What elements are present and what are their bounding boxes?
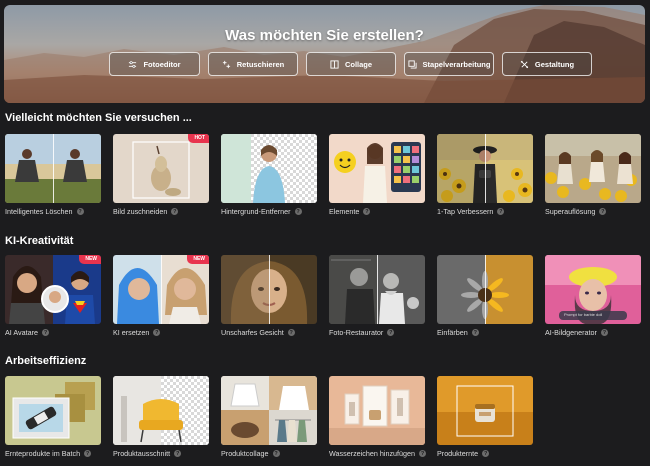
- thumb-ai-bildgenerator: Prompt for barbie doll: [545, 255, 641, 324]
- info-icon[interactable]: ?: [599, 208, 607, 215]
- thumb-intelligentes-loeschen: [5, 134, 101, 203]
- thumb-ernteprodukte-im-batch: [5, 376, 101, 445]
- fotoeditor-label: Fotoeditor: [143, 59, 181, 69]
- new-badge: NEW: [79, 255, 101, 264]
- section-title-vielleicht: Vielleicht möchten Sie versuchen ...: [5, 112, 192, 124]
- info-icon[interactable]: ?: [174, 450, 182, 457]
- info-icon[interactable]: ?: [471, 329, 479, 336]
- info-icon[interactable]: ?: [363, 208, 371, 215]
- fotoeditor-button[interactable]: Fotoeditor: [109, 52, 200, 76]
- gestaltung-button[interactable]: Gestaltung: [502, 52, 592, 76]
- card-label: 1-Tap Verbessern: [437, 207, 494, 216]
- info-icon[interactable]: ?: [171, 208, 179, 215]
- card-bild-zuschneiden[interactable]: HOT Bild zuschneiden?: [113, 134, 209, 216]
- card-label: Produktcollage: [221, 449, 269, 458]
- card-1-tap-verbessern[interactable]: 1-Tap Verbessern?: [437, 134, 533, 216]
- thumb-1-tap-verbessern: [437, 134, 533, 203]
- card-foto-restaurator[interactable]: Foto-Restaurator?: [329, 255, 425, 337]
- info-icon[interactable]: ?: [84, 450, 92, 457]
- sparkle-icon: [222, 60, 230, 68]
- info-icon[interactable]: ?: [294, 208, 302, 215]
- card-label: Bild zuschneiden: [113, 207, 168, 216]
- sliders-icon: [129, 60, 137, 68]
- new-badge: NEW: [187, 255, 209, 264]
- thumb-einfaerben: [437, 255, 533, 324]
- info-icon[interactable]: ?: [287, 329, 295, 336]
- thumb-hintergrund-entferner: [221, 134, 317, 203]
- prompt-text: Prompt for barbie doll: [564, 312, 603, 317]
- card-unscharfes-gesicht[interactable]: Unscharfes Gesicht?: [221, 255, 317, 337]
- card-label: Foto-Restaurator: [329, 328, 384, 337]
- info-icon[interactable]: ?: [387, 329, 395, 336]
- card-ai-bildgenerator[interactable]: Prompt for barbie doll AI-Bildgenerator?: [545, 255, 641, 337]
- card-produkternte[interactable]: Produkternte?: [437, 376, 533, 458]
- hero-banner: Was möchten Sie erstellen? Fotoeditor Re…: [4, 5, 645, 103]
- card-label: Wasserzeichen hinzufügen: [329, 449, 416, 458]
- retuschieren-label: Retuschieren: [236, 59, 285, 69]
- thumb-wasserzeichen-hinzufuegen: [329, 376, 425, 445]
- section-title-arbeitseffizienz: Arbeitseffizienz: [5, 355, 87, 367]
- card-ki-ersetzen[interactable]: NEW KI ersetzen?: [113, 255, 209, 337]
- info-icon[interactable]: ?: [76, 208, 84, 215]
- card-label: Hintergrund-Entferner: [221, 207, 291, 216]
- info-icon[interactable]: ?: [153, 329, 161, 336]
- card-superaufloesung[interactable]: Superauflösung?: [545, 134, 641, 216]
- card-label: AI Avatare: [5, 328, 39, 337]
- thumb-ai-avatare: NEW: [5, 255, 101, 324]
- card-label: Produktausschnitt: [113, 449, 171, 458]
- info-icon[interactable]: ?: [600, 329, 608, 336]
- collage-icon: [330, 59, 339, 69]
- card-label: Ernteprodukte im Batch: [5, 449, 81, 458]
- design-icon: [520, 60, 529, 68]
- card-intelligentes-loeschen[interactable]: Intelligentes Löschen?: [5, 134, 101, 216]
- collage-button[interactable]: Collage: [306, 52, 396, 76]
- card-label: Produkternte: [437, 449, 479, 458]
- info-icon[interactable]: ?: [42, 329, 50, 336]
- thumb-unscharfes-gesicht: [221, 255, 317, 324]
- card-ai-avatare[interactable]: NEW AI Avatare?: [5, 255, 101, 337]
- card-produktcollage[interactable]: Produktcollage?: [221, 376, 317, 458]
- card-label: Intelligentes Löschen: [5, 207, 73, 216]
- thumb-produktcollage: [221, 376, 317, 445]
- info-icon[interactable]: ?: [272, 450, 280, 457]
- thumb-bild-zuschneiden: HOT: [113, 134, 209, 203]
- collage-label: Collage: [344, 59, 373, 69]
- hot-badge: HOT: [188, 134, 209, 143]
- retuschieren-button[interactable]: Retuschieren: [208, 52, 298, 76]
- section-title-ki-kreativitaet: KI-Kreativität: [5, 235, 74, 247]
- card-label: Superauflösung: [545, 207, 596, 216]
- gestaltung-label: Gestaltung: [534, 59, 575, 69]
- thumb-superaufloesung: [545, 134, 641, 203]
- thumb-foto-restaurator: [329, 255, 425, 324]
- card-label: Einfärben: [437, 328, 468, 337]
- card-ernteprodukte-im-batch[interactable]: Ernteprodukte im Batch?: [5, 376, 101, 458]
- card-label: Unscharfes Gesicht: [221, 328, 284, 337]
- card-hintergrund-entferner[interactable]: Hintergrund-Entferner?: [221, 134, 317, 216]
- info-icon[interactable]: ?: [419, 450, 427, 457]
- stapelverarbeitung-label: Stapelverarbeitung: [422, 59, 491, 69]
- thumb-produkternte: [437, 376, 533, 445]
- stack-icon: [407, 59, 417, 69]
- card-produktausschnitt[interactable]: Produktausschnitt?: [113, 376, 209, 458]
- card-wasserzeichen-hinzufuegen[interactable]: Wasserzeichen hinzufügen?: [329, 376, 427, 458]
- thumb-ki-ersetzen: NEW: [113, 255, 209, 324]
- card-label: AI-Bildgenerator: [545, 328, 597, 337]
- card-label: KI ersetzen: [113, 328, 150, 337]
- info-icon[interactable]: ?: [482, 450, 490, 457]
- info-icon[interactable]: ?: [497, 208, 505, 215]
- hero-title: Was möchten Sie erstellen?: [225, 27, 424, 44]
- card-elemente[interactable]: Elemente?: [329, 134, 425, 216]
- card-label: Elemente: [329, 207, 360, 216]
- card-einfaerben[interactable]: Einfärben?: [437, 255, 533, 337]
- thumb-produktausschnitt: [113, 376, 209, 445]
- stapelverarbeitung-button[interactable]: Stapelverarbeitung: [404, 52, 494, 76]
- thumb-elemente: [329, 134, 425, 203]
